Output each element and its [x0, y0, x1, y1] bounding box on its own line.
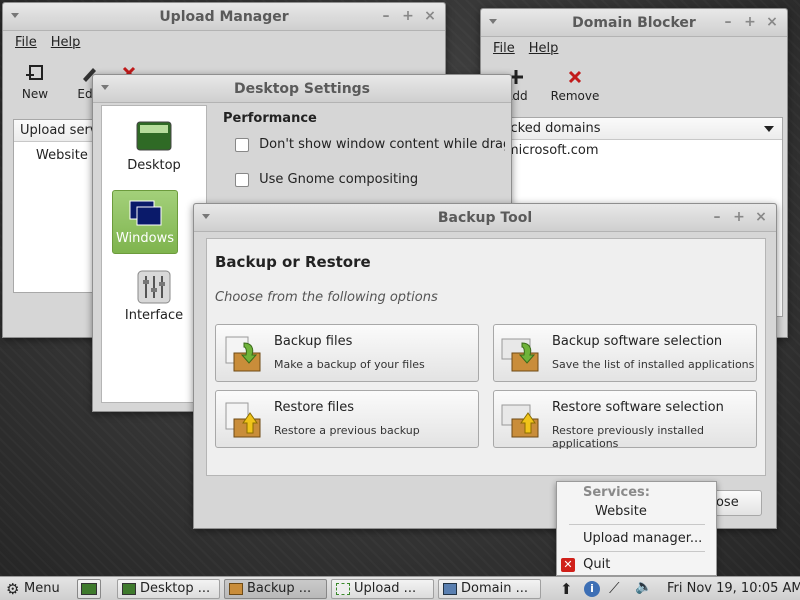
backup-tool-title: Backup Tool	[437, 210, 533, 226]
option-row[interactable]: Don't show window content while dragging	[235, 137, 505, 152]
option-desc: Make a backup of your files	[274, 358, 425, 371]
task-label: Upload ...	[354, 581, 417, 596]
minimize-icon[interactable]: –	[708, 208, 726, 226]
new-button[interactable]: New	[15, 65, 55, 105]
show-desktop-icon	[81, 583, 97, 595]
sidebar-item-interface[interactable]: Interface	[112, 266, 196, 330]
backup-content-panel: Backup or Restore Choose from the follow…	[206, 238, 766, 476]
domain-blocker-titlebar[interactable]: Domain Blocker – + ×	[481, 9, 787, 37]
domain-blocker-icon	[443, 583, 457, 595]
checkbox[interactable]	[235, 172, 249, 187]
upload-tray-icon[interactable]: ⬆	[560, 580, 573, 598]
option-title: Restore files	[274, 400, 355, 415]
chevron-down-icon[interactable]	[764, 126, 774, 132]
remove-icon	[568, 70, 582, 84]
new-icon	[26, 65, 43, 80]
task-upload-manager[interactable]: Upload ...	[331, 579, 434, 599]
restore-software-button[interactable]: Restore software selection Restore previ…	[493, 390, 757, 450]
close-icon[interactable]: ×	[752, 208, 770, 226]
taskbar: ⚙ Menu Desktop ... Backup ... Upload ...…	[0, 576, 800, 600]
desktop-settings-title: Desktop Settings	[233, 81, 371, 97]
menu-help[interactable]: Help	[51, 35, 81, 51]
menu-section-header: Services:	[583, 485, 650, 500]
network-tray-icon[interactable]: ⟋	[609, 579, 620, 597]
option-row[interactable]: Use Gnome compositing	[235, 172, 418, 187]
backup-files-button[interactable]: Backup files Make a backup of your files	[215, 324, 479, 382]
task-desktop-settings[interactable]: Desktop ...	[117, 579, 220, 599]
option-label: Don't show window content while dragging	[259, 137, 505, 152]
menu-item-label: Quit	[583, 557, 611, 572]
maximize-icon[interactable]: +	[730, 208, 748, 226]
option-desc: Restore previously installed application…	[552, 424, 705, 450]
restore-files-button[interactable]: Restore files Restore a previous backup	[215, 390, 479, 448]
sidebar-item-label: Desktop	[127, 158, 181, 173]
minimize-icon[interactable]: –	[377, 7, 395, 25]
gear-icon: ⚙	[6, 580, 20, 598]
restore-files-icon	[225, 402, 261, 438]
sidebar-item-label: Windows	[115, 231, 175, 246]
checkbox[interactable]	[235, 137, 249, 152]
desktop-icon	[136, 121, 172, 151]
list-item[interactable]: microsoft.com	[486, 140, 782, 158]
sidebar-item-desktop[interactable]: Desktop	[112, 116, 196, 180]
clock[interactable]: Fri Nov 19, 10:05 AM	[667, 581, 800, 596]
interface-icon	[137, 270, 171, 304]
menu-item-upload-manager[interactable]: Upload manager...	[583, 531, 702, 546]
sidebar-item-label: Interface	[124, 308, 184, 323]
volume-tray-icon[interactable]: 🔈	[635, 579, 652, 595]
settings-sidebar: Desktop Windows Interface	[101, 105, 207, 403]
remove-label: Remove	[550, 89, 600, 103]
task-backup-tool[interactable]: Backup ...	[224, 579, 327, 599]
menu-file[interactable]: File	[493, 41, 515, 57]
remove-button[interactable]: Remove	[547, 69, 603, 103]
option-desc: Restore a previous backup	[274, 424, 420, 437]
menu-separator	[569, 524, 705, 525]
start-menu-button[interactable]: ⚙ Menu	[4, 579, 60, 599]
task-domain-blocker[interactable]: Domain ...	[438, 579, 541, 599]
option-title: Backup files	[274, 334, 353, 349]
menu-item-website[interactable]: Website	[595, 504, 647, 519]
task-label: Backup ...	[247, 581, 312, 596]
option-label: Use Gnome compositing	[259, 172, 419, 187]
show-desktop-button[interactable]	[77, 579, 101, 599]
option-title: Restore software selection	[552, 400, 724, 415]
upload-manager-titlebar[interactable]: Upload Manager – + ×	[3, 3, 445, 31]
option-title: Backup software selection	[552, 334, 723, 349]
menu-separator	[569, 551, 705, 552]
upload-manager-icon	[336, 583, 350, 595]
section-title: Performance	[223, 111, 317, 126]
sidebar-item-windows[interactable]: Windows	[112, 190, 178, 254]
maximize-icon[interactable]: +	[399, 7, 417, 25]
desktop-settings-icon	[122, 583, 136, 595]
menu-file[interactable]: File	[15, 35, 37, 51]
backup-software-icon	[501, 338, 539, 372]
maximize-icon[interactable]: +	[741, 13, 759, 31]
list-header[interactable]: Blocked domains	[486, 118, 782, 140]
task-label: Domain ...	[461, 581, 528, 596]
start-menu-label: Menu	[24, 581, 60, 596]
task-label: Desktop ...	[140, 581, 211, 596]
close-icon[interactable]: ×	[421, 7, 439, 25]
windows-icon	[129, 200, 162, 226]
backup-heading: Backup or Restore	[215, 253, 371, 271]
backup-files-icon	[225, 336, 261, 372]
close-icon[interactable]: ×	[763, 13, 781, 31]
new-label: New	[21, 87, 49, 101]
menu-help[interactable]: Help	[529, 41, 559, 57]
info-tray-icon[interactable]: i	[584, 581, 600, 597]
option-desc: Save the list of installed applications	[552, 358, 755, 371]
backup-tool-icon	[229, 583, 243, 595]
tray-context-menu: Services: Website Upload manager... ✕ Qu…	[556, 481, 717, 576]
minimize-icon[interactable]: –	[719, 13, 737, 31]
desktop-settings-titlebar[interactable]: Desktop Settings	[93, 75, 511, 103]
backup-tool-titlebar[interactable]: Backup Tool – + ×	[194, 204, 776, 232]
menu-item-quit[interactable]: ✕ Quit	[561, 557, 610, 575]
restore-software-icon	[501, 404, 539, 438]
backup-subheading: Choose from the following options	[215, 290, 438, 305]
quit-icon: ✕	[561, 557, 575, 572]
backup-software-button[interactable]: Backup software selection Save the list …	[493, 324, 757, 382]
